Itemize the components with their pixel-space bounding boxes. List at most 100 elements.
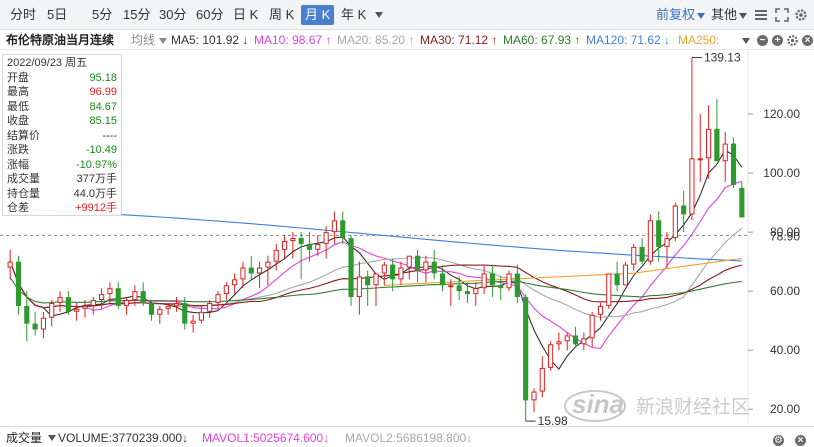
ma-line-ma250 <box>384 257 742 286</box>
candle-body <box>232 279 238 286</box>
tab-5min[interactable]: 5分 <box>88 5 116 25</box>
chevron-down-icon[interactable] <box>742 38 750 44</box>
close-icon[interactable]: × <box>802 35 813 46</box>
instrument-name: 布伦特原油当月连续 <box>6 33 115 47</box>
settings-icon[interactable] <box>794 8 808 22</box>
candle-body <box>439 273 446 286</box>
candle-body <box>273 249 279 262</box>
candle-body <box>406 255 412 268</box>
info-value: 85.15 <box>89 115 117 127</box>
candle-body <box>597 305 604 315</box>
candle-body <box>148 302 155 315</box>
ma250-value: MA250: <box>678 32 720 48</box>
candle-body <box>257 267 263 274</box>
tab-yearly-k[interactable]: 年 K <box>337 5 370 25</box>
tab-15min[interactable]: 15分 <box>119 5 154 25</box>
candle-body <box>664 238 670 247</box>
candle-body <box>523 297 529 401</box>
close-icon[interactable]: × <box>795 435 806 446</box>
candle-body <box>331 220 338 233</box>
candle-body <box>306 243 313 250</box>
candle-body <box>531 391 537 401</box>
candle-body <box>65 297 71 312</box>
candle-body <box>315 243 321 250</box>
candle-body <box>198 311 204 321</box>
candle-body <box>481 273 487 289</box>
chevron-down-icon <box>697 12 706 19</box>
tab-intraday[interactable]: 分时 <box>6 5 40 25</box>
adjust-label: 前复权 <box>656 7 696 22</box>
info-label: 开盘 <box>7 71 29 84</box>
tab-30min[interactable]: 30分 <box>155 5 190 25</box>
candle-body <box>706 128 712 159</box>
adjust-dropdown[interactable]: 前复权 <box>656 5 706 25</box>
candle-body <box>182 302 188 324</box>
candle-body <box>589 314 595 339</box>
tab-60min[interactable]: 60分 <box>192 5 227 25</box>
settings-icon[interactable]: ⚙ <box>773 435 784 446</box>
candle-body <box>614 273 620 286</box>
info-date: 2022/09/23 周五 <box>7 57 88 69</box>
other-dropdown[interactable]: 其他 <box>711 5 748 25</box>
current-price-label: 78.90 <box>770 229 800 243</box>
plus-icon[interactable]: + <box>772 35 783 46</box>
kline-chart[interactable]: 20.0040.0060.0080.00100.00120.0078.90 13… <box>0 50 814 425</box>
info-row: 涨幅 -10.97% <box>7 158 117 173</box>
tab-weekly-k[interactable]: 周 K <box>265 5 298 25</box>
candle-body <box>7 261 13 268</box>
info-row: 结算价 ---- <box>7 129 117 144</box>
other-label: 其他 <box>711 7 738 22</box>
info-value: 96.99 <box>89 86 117 98</box>
candle-body <box>498 285 504 289</box>
candle-body <box>140 291 146 303</box>
tab-monthly-k[interactable]: 月 K <box>301 5 335 25</box>
settings-icon[interactable] <box>786 34 799 47</box>
info-row: 持仓量 44.0万手 <box>7 187 117 202</box>
candle-body <box>489 273 495 286</box>
candle-body <box>373 273 379 286</box>
candle-body <box>564 335 570 342</box>
candle-body <box>49 302 55 318</box>
info-value: 95.18 <box>89 71 117 84</box>
info-row: 仓差 +9912手 <box>7 201 117 216</box>
candle-body <box>265 261 271 268</box>
candle-body <box>572 335 579 345</box>
candle-body <box>115 288 121 306</box>
info-value: 44.0万手 <box>73 187 117 200</box>
ma60-value: MA60: 67.93 ↑ <box>503 33 581 47</box>
chevron-down-icon[interactable] <box>375 12 383 18</box>
high-marker-label: 139.13 <box>704 51 741 65</box>
menu-icon[interactable] <box>754 9 768 21</box>
info-row: 涨跌 -10.49 <box>7 143 117 158</box>
candle-body <box>323 232 329 244</box>
candle-body <box>631 246 637 265</box>
candle-body <box>173 302 180 306</box>
candle-body <box>381 264 387 274</box>
ma5-value: MA5: 101.92 ↓ <box>171 33 249 47</box>
candle-body <box>714 128 720 162</box>
candle-body <box>223 285 229 295</box>
expand-icon[interactable] <box>775 8 789 22</box>
tab-daily-k[interactable]: 日 K <box>229 5 262 25</box>
info-label: 结算价 <box>7 129 40 142</box>
info-label: 仓差 <box>7 202 29 214</box>
ma-mode-label[interactable]: 均线 <box>131 32 155 48</box>
info-value: +9912手 <box>75 202 117 214</box>
candle-body <box>539 367 545 392</box>
candle-body <box>647 220 653 262</box>
minus-icon[interactable]: − <box>757 35 768 46</box>
chevron-down-icon[interactable] <box>159 38 167 44</box>
chevron-down-icon[interactable] <box>48 435 56 441</box>
period-toolbar: 分时 5日 5分 15分 30分 60分 日 K 周 K 月 K 年 K 前复权… <box>0 0 814 30</box>
candle-body <box>414 255 421 271</box>
volume-label[interactable]: 成交量 <box>6 430 42 446</box>
mavol2-value: MAVOL2:5686198.800↓ <box>345 431 473 445</box>
sina-watermark: sina 新浪财经社区 <box>560 380 800 430</box>
info-label: 最高 <box>7 86 29 98</box>
candle-body <box>99 294 105 301</box>
candle-body <box>464 291 471 295</box>
candle-body <box>190 320 196 324</box>
tab-5day[interactable]: 5日 <box>43 5 71 25</box>
candle-body <box>32 323 38 330</box>
candle-body <box>689 158 695 215</box>
